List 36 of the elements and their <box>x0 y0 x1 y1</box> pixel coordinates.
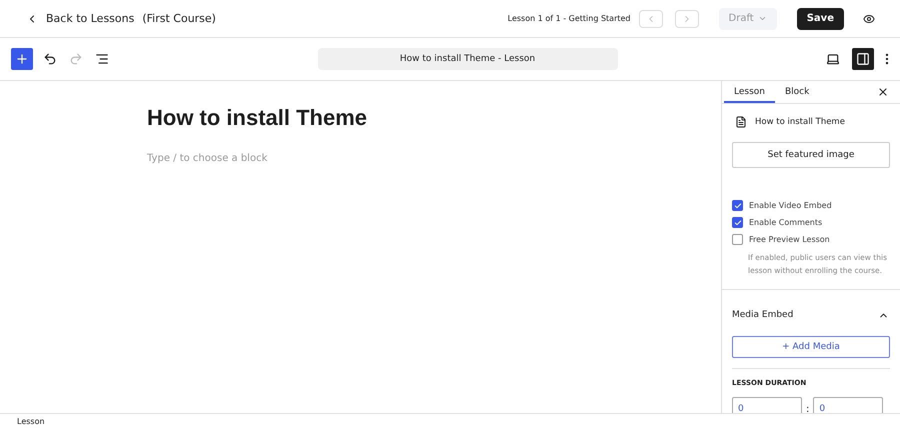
checkbox[interactable] <box>732 234 743 245</box>
time-separator: : <box>806 404 810 413</box>
seconds-field[interactable]: 0 <box>813 397 884 413</box>
checkbox[interactable] <box>732 217 743 228</box>
laptop-icon <box>826 52 840 66</box>
course-name: (First Course) <box>142 12 216 25</box>
featured-image-button[interactable]: Set featured image <box>732 142 890 168</box>
sidebar-tab[interactable]: Block <box>774 81 820 103</box>
chevron-down-icon <box>758 14 767 23</box>
status-bar-text: Lesson <box>17 416 45 426</box>
document-icon <box>735 116 747 128</box>
document-title[interactable]: How to install Theme - Lesson <box>318 48 618 70</box>
eye-icon <box>863 12 875 24</box>
check-icon <box>734 202 742 210</box>
lesson-title[interactable]: How to install Theme <box>147 105 721 131</box>
undo-icon <box>43 52 57 66</box>
plus-icon <box>15 52 29 66</box>
checkbox-label: Enable Comments <box>749 218 822 227</box>
minutes-field[interactable]: 0 <box>732 397 802 413</box>
checkbox[interactable] <box>732 200 743 211</box>
back-link[interactable]: Back to Lessons <box>26 12 134 25</box>
section-title: Media Embed <box>732 310 794 320</box>
sidebar-tab[interactable]: Lesson <box>724 81 775 103</box>
close-icon <box>877 86 889 98</box>
checkbox-label: Enable Video Embed <box>749 201 832 210</box>
add-media-button[interactable]: + Add Media <box>732 336 890 358</box>
add-block-button[interactable] <box>11 48 33 70</box>
save-button[interactable]: Save <box>796 8 844 30</box>
lesson-counter: Lesson 1 of 1 - Getting Started <box>508 14 631 23</box>
sidebar-panel-icon <box>856 52 870 66</box>
redo-icon <box>69 52 83 66</box>
post-title: How to install Theme <box>755 117 845 127</box>
list-icon <box>95 52 109 66</box>
checkbox-label: Free Preview Lesson <box>749 235 830 244</box>
settings-panel-button[interactable] <box>852 48 874 70</box>
check-icon <box>734 218 742 226</box>
